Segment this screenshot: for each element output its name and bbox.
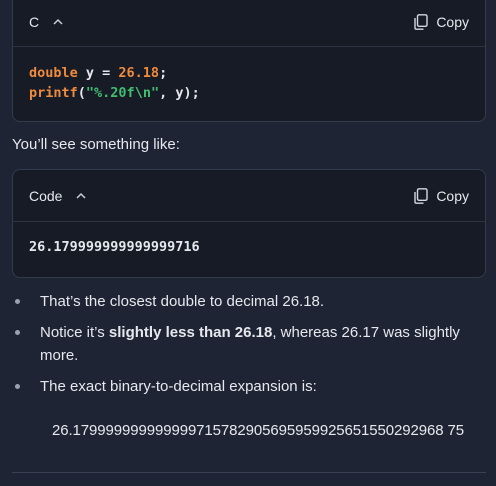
bullet-bold-text: slightly less than 26.18 bbox=[108, 324, 273, 341]
code-text: ( bbox=[77, 85, 86, 101]
language-label: Code bbox=[29, 187, 63, 204]
code-text: ; bbox=[159, 65, 168, 81]
intro-text: You’ll see something like: bbox=[12, 136, 180, 153]
language-toggle[interactable]: C bbox=[29, 14, 63, 30]
output-value: 26.179999999999999716 bbox=[29, 239, 200, 255]
copy-label: Copy bbox=[436, 187, 469, 204]
code-line: double y = 26.18; bbox=[29, 63, 469, 83]
code-text: y = bbox=[77, 65, 119, 81]
code-number: 26.18 bbox=[118, 65, 160, 81]
chevron-up-icon bbox=[76, 192, 86, 199]
code-block-header: C Copy bbox=[13, 0, 485, 47]
copy-label: Copy bbox=[436, 13, 469, 30]
bullet-text: The exact binary-to-decimal expansion is… bbox=[40, 378, 317, 395]
chevron-up-icon bbox=[53, 18, 63, 25]
list-item: Notice it’s slightly less than 26.18, wh… bbox=[12, 321, 482, 367]
list-item: The exact binary-to-decimal expansion is… bbox=[12, 375, 482, 398]
code-content: double y = 26.18; printf("%.20f\n", y); bbox=[13, 47, 485, 103]
code-text: , y); bbox=[159, 85, 200, 101]
copy-button[interactable]: Copy bbox=[414, 14, 469, 30]
bullet-list: That’s the closest double to decimal 26.… bbox=[12, 290, 482, 398]
code-line: printf("%.20f\n", y); bbox=[29, 83, 469, 103]
copy-icon bbox=[414, 187, 429, 204]
code-keyword: double bbox=[29, 65, 78, 81]
exact-expansion-value: 26.1799999999999997157829056959599256515… bbox=[52, 422, 465, 439]
language-toggle[interactable]: Code bbox=[29, 188, 86, 204]
divider bbox=[12, 472, 486, 473]
copy-button[interactable]: Copy bbox=[414, 188, 469, 204]
code-block-c: C Copy double y = 26.18; printf("%.20f\n… bbox=[12, 0, 486, 122]
bullet-text: That’s the closest double to decimal 26.… bbox=[40, 293, 325, 310]
code-function: printf bbox=[29, 85, 78, 101]
language-label: C bbox=[29, 13, 40, 30]
code-string: "%.20f\n" bbox=[85, 85, 160, 101]
code-block-header: Code Copy bbox=[13, 170, 485, 222]
code-block-output: Code Copy 26.179999999999999716 bbox=[12, 169, 486, 278]
list-item: That’s the closest double to decimal 26.… bbox=[12, 290, 482, 313]
bullet-text: Notice it’s bbox=[40, 324, 109, 341]
copy-icon bbox=[414, 13, 429, 30]
code-output: 26.179999999999999716 bbox=[13, 222, 485, 257]
